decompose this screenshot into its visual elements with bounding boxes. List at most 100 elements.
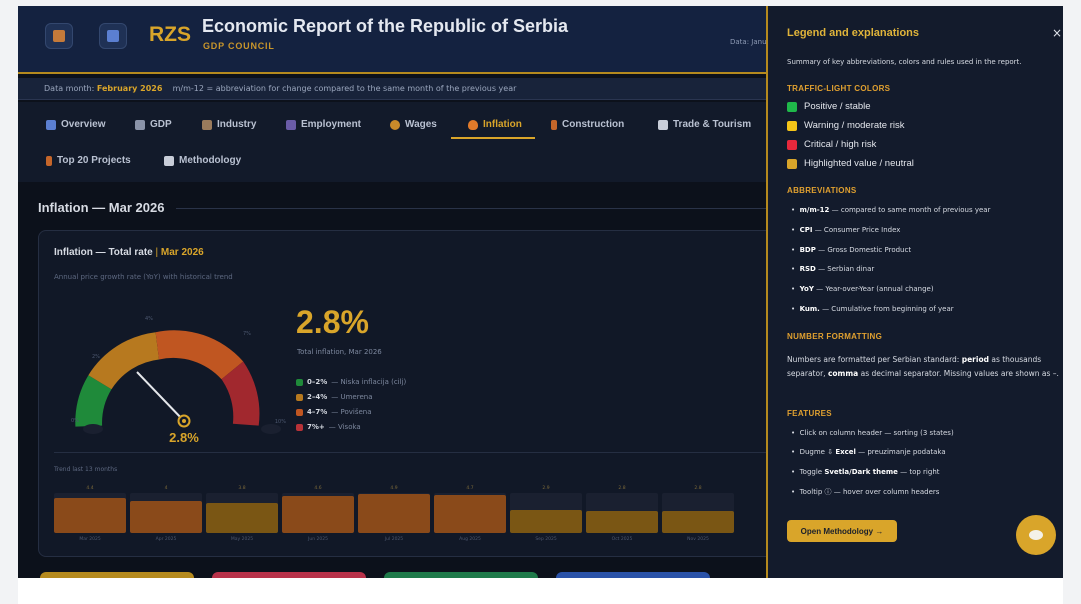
tab-wages[interactable]: Wages	[390, 119, 437, 130]
tab-label: Wages	[405, 119, 437, 130]
color-label: Critical / high risk	[804, 139, 877, 150]
color-label: Warning / moderate risk	[804, 120, 905, 131]
abbr-term: BDP	[799, 246, 816, 254]
money-bag-icon	[390, 119, 400, 130]
trend-bar[interactable]	[510, 510, 582, 533]
card-divider	[54, 452, 766, 453]
tab-construction[interactable]: Construction	[551, 119, 624, 130]
legend-desc: — Umerena	[331, 393, 373, 401]
trend-bar-value: 4.7	[466, 486, 474, 491]
trend-bar-value: 2.9	[542, 486, 550, 491]
tab-trade-tourism[interactable]: Trade & Tourism	[658, 119, 751, 130]
tab-label: Industry	[217, 119, 257, 130]
tab-industry[interactable]: Industry	[202, 119, 256, 130]
trend-bar-category: Mar 2025	[79, 537, 101, 542]
abbr-term: m/m-12	[799, 206, 830, 214]
tab-employment[interactable]: Employment	[286, 119, 361, 130]
legend-desc: — Niska inflacija (cilj)	[331, 378, 407, 386]
trend-bar-value: 4.6	[314, 486, 322, 491]
legend-swatch	[296, 378, 303, 386]
trend-bar-category: Aug 2025	[459, 537, 481, 542]
factory-icon	[202, 119, 212, 130]
tab-bar	[18, 102, 766, 182]
legend-swatch	[296, 423, 303, 431]
section-title: Inflation — Mar 2026	[38, 200, 165, 215]
color-label: Highlighted value / neutral	[804, 158, 914, 169]
trend-bar-category: Sep 2025	[535, 537, 557, 542]
tab-gdp[interactable]: GDP	[135, 119, 172, 130]
gauge-band-elevated	[155, 330, 244, 380]
legend-range: 4–7%	[307, 408, 328, 416]
legend-desc: — Povišena	[331, 408, 372, 416]
gauge-value: 2.8%	[169, 430, 199, 445]
num-text: as decimal separator. Missing values are…	[858, 369, 1059, 378]
feature-text: Click on column header — sorting (3 stat…	[799, 429, 954, 437]
trend-bar-category: Jul 2025	[384, 537, 404, 542]
legend-row-moderate: 2–4% — Umerena	[296, 393, 373, 401]
info-note: m/m-12 = abbreviation for change compare…	[172, 84, 517, 93]
fire-icon	[468, 119, 478, 130]
legend-range: 2–4%	[307, 393, 328, 401]
colors-heading: TRAFFIC-LIGHT COLORS	[787, 84, 891, 93]
tab-top-20-projects[interactable]: Top 20 Projects	[46, 155, 131, 166]
legend-desc: — Visoka	[328, 423, 361, 431]
color-label: Positive / stable	[804, 101, 871, 112]
abbr-row: • YoY — Year-over-Year (annual change)	[791, 285, 934, 293]
number-formatting-heading: NUMBER FORMATTING	[787, 332, 883, 341]
color-row-critical: Critical / high risk	[787, 139, 876, 150]
legend-panel: Legend and explanations × Summary of key…	[766, 6, 1063, 578]
trend-bar-category: Nov 2025	[687, 537, 709, 542]
tab-label: Overview	[61, 119, 106, 130]
abbr-row: • BDP — Gross Domestic Product	[791, 246, 912, 254]
tab-overview[interactable]: Overview	[46, 119, 105, 130]
trend-bar[interactable]	[206, 503, 278, 533]
trend-bar[interactable]	[434, 495, 506, 533]
chat-button[interactable]	[1016, 515, 1056, 555]
gauge-needle	[136, 371, 185, 422]
trend-bar-category: Jun 2025	[308, 537, 328, 542]
legend-swatch	[296, 393, 303, 401]
header: RZS Economic Report of the Republic of S…	[18, 6, 766, 74]
tab-methodology[interactable]: Methodology	[164, 155, 241, 166]
feature-text: Tooltip ⓘ — hover over column headers	[799, 488, 940, 496]
gauge-band-moderate	[88, 332, 159, 390]
trend-bar-value: 2.8	[694, 486, 702, 491]
open-methodology-button[interactable]: Open Methodology →	[787, 520, 897, 542]
card-subtitle: Annual price growth rate (YoY) with hist…	[54, 273, 233, 281]
close-icon[interactable]: ×	[1052, 26, 1062, 40]
home-button[interactable]	[45, 23, 73, 49]
gauge-base-right	[261, 424, 281, 434]
people-icon	[286, 119, 296, 130]
trend-bar[interactable]	[358, 494, 430, 533]
trend-bar[interactable]	[54, 498, 126, 533]
feature-text: — top right	[897, 468, 940, 476]
num-bold: comma	[827, 369, 859, 378]
tab-inflation[interactable]: Inflation	[468, 119, 522, 130]
trend-bar[interactable]	[130, 501, 202, 533]
abbr-row: • Kum. — Cumulative from beginning of ye…	[791, 305, 954, 313]
trend-bar[interactable]	[586, 511, 658, 533]
color-swatch	[787, 139, 797, 150]
legend-range: 7%+	[307, 423, 325, 431]
color-row-warning: Warning / moderate risk	[787, 120, 905, 131]
abbr-desc: — Cumulative from beginning of year	[822, 305, 954, 313]
chat-icon	[1029, 530, 1043, 540]
bar-chart-icon	[135, 119, 145, 130]
trend-bar[interactable]	[662, 511, 734, 533]
abbr-desc: — Serbian dinar	[818, 265, 875, 273]
abbr-row: • CPI — Consumer Price Index	[791, 226, 901, 234]
features-heading: FEATURES	[787, 409, 832, 418]
dashboard-button[interactable]	[99, 23, 127, 49]
tab-label: Trade & Tourism	[673, 119, 752, 130]
abbr-desc: — Year-over-Year (annual change)	[816, 285, 934, 293]
legend-row-high: 7%+ — Visoka	[296, 423, 361, 431]
gauge-tick-0: 0%	[71, 418, 79, 424]
trend-bar[interactable]	[282, 496, 354, 533]
feature-row: • Toggle Svetla/Dark theme — top right	[791, 468, 940, 476]
abbr-row: • m/m-12 — compared to same month of pre…	[791, 206, 991, 214]
tab-label: Construction	[562, 119, 625, 130]
active-tab-indicator	[451, 137, 535, 139]
num-text: Numbers are formatted per Serbian standa…	[787, 355, 962, 364]
app-window: RZS Economic Report of the Republic of S…	[18, 6, 1063, 578]
feature-bold: Excel	[835, 448, 856, 456]
